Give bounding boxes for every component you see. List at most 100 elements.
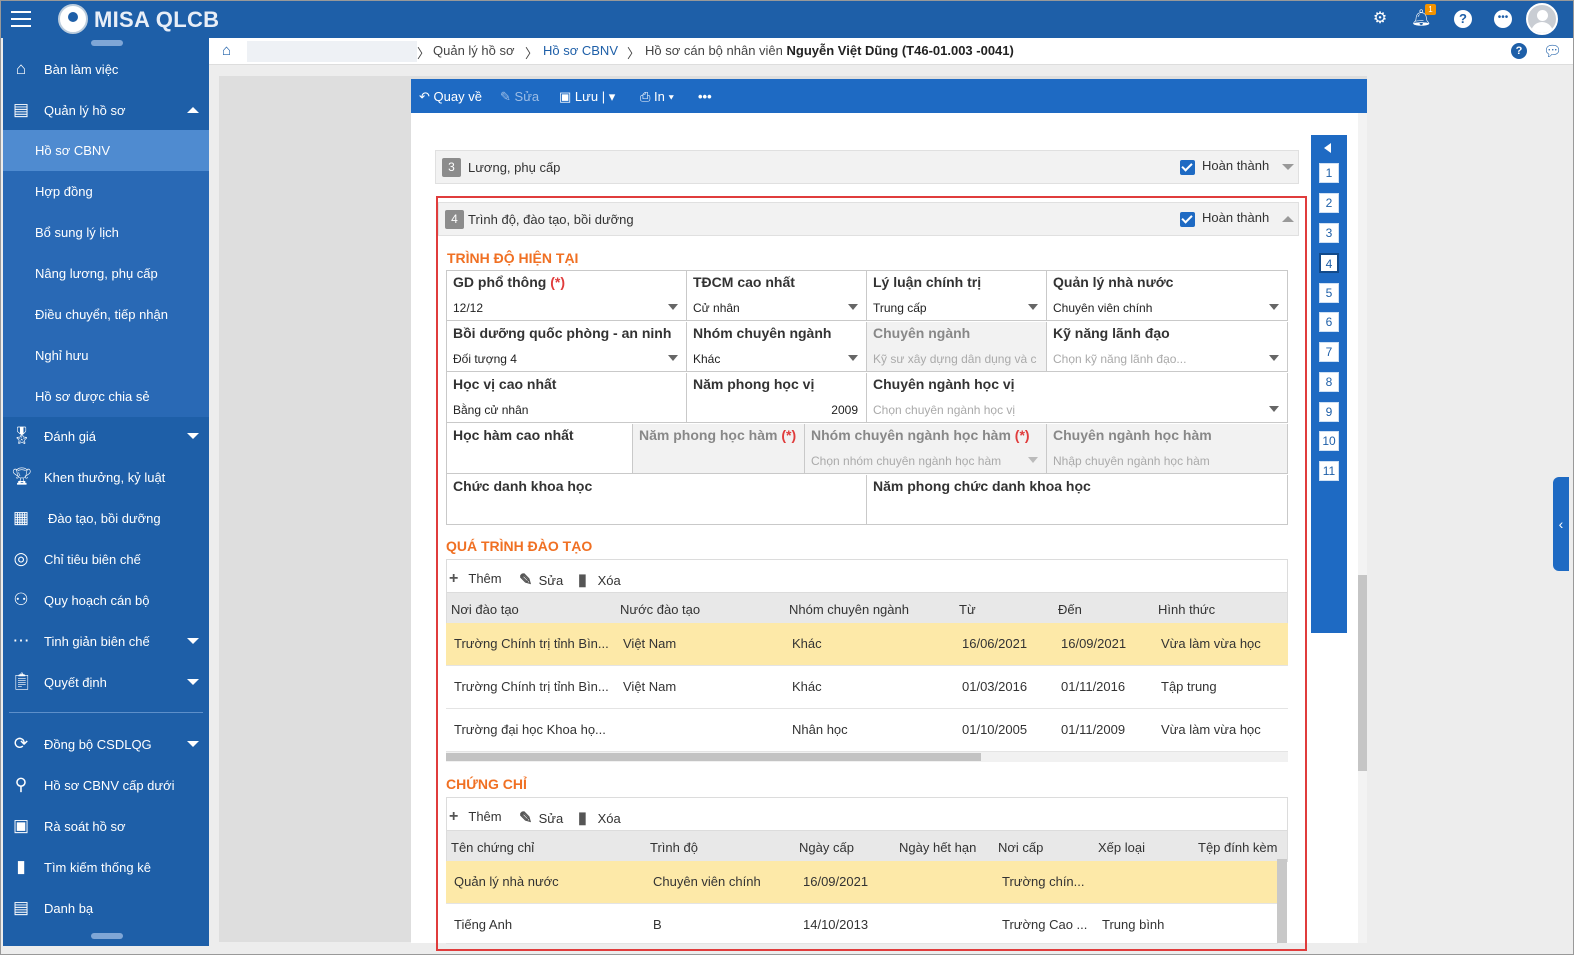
field-state-management[interactable]: Quản lý nhà nước Chuyên viên chính	[1047, 271, 1288, 321]
gear-icon[interactable]: ⚙	[1371, 10, 1389, 28]
sidebar-subitem-cbnv[interactable]: Hồ sơ CBNV	[3, 130, 209, 171]
field-leadership-skills[interactable]: Kỹ năng lãnh đạo Chọn kỹ năng lãnh đạo..…	[1047, 322, 1288, 372]
avatar[interactable]	[1526, 3, 1558, 35]
chevron-down-icon[interactable]	[1269, 304, 1279, 310]
column-header[interactable]: Từ	[959, 602, 976, 617]
chevron-up-icon[interactable]	[1282, 216, 1294, 222]
sidebar-item-decisions[interactable]: 📋︎ Quyết định	[3, 662, 209, 703]
side-panel-toggle[interactable]: ‹	[1553, 477, 1569, 571]
section-nav-item[interactable]: 9	[1319, 402, 1339, 422]
sidebar-item-evaluation[interactable]: 🎖︎ Đánh giá	[3, 416, 209, 457]
sidebar-subitem-shared[interactable]: Hồ sơ được chia sẻ	[3, 376, 209, 417]
field-general-education[interactable]: GD phổ thông (*) 12/12	[447, 271, 687, 321]
column-header[interactable]: Nhóm chuyên ngành	[789, 602, 909, 617]
help-icon[interactable]: ?	[1511, 43, 1527, 59]
section-nav-item[interactable]: 4	[1319, 253, 1339, 273]
chevron-down-icon[interactable]	[1282, 164, 1294, 170]
field-major-group[interactable]: Nhóm chuyên ngành Khác	[687, 322, 867, 372]
sidebar-scroll-up[interactable]	[91, 40, 123, 46]
sidebar-item-rewards[interactable]: 🏆︎ Khen thưởng, kỷ luật	[3, 457, 209, 498]
save-button[interactable]: ▣ Lưu | ▾	[559, 89, 615, 105]
certificates-edit-button[interactable]: ✎ Sửa	[519, 808, 563, 828]
chevron-down-icon[interactable]	[668, 355, 678, 361]
chevron-down-icon[interactable]	[1269, 355, 1279, 361]
sidebar-item-subordinate[interactable]: ⚲ Hồ sơ CBNV cấp dưới	[3, 765, 209, 806]
help-icon[interactable]: ?	[1454, 10, 1472, 28]
more-options-icon[interactable]: •••	[698, 89, 712, 104]
chevron-down-icon[interactable]	[848, 355, 858, 361]
section-nav-item[interactable]: 1	[1319, 163, 1339, 183]
table-row[interactable]: Trường đại học Khoa họ... Nhân học 01/10…	[446, 709, 1288, 752]
section-header-salary[interactable]: 3 Lương, phụ cấp Hoàn thành	[435, 150, 1299, 184]
back-button[interactable]: ↶ Quay về	[419, 89, 482, 105]
table-row[interactable]: Trường Chính trị tỉnh Bìn... Việt Nam Kh…	[446, 623, 1288, 666]
sidebar-subitem-resume[interactable]: Bổ sung lý lịch	[3, 212, 209, 253]
column-header[interactable]: Ngày cấp	[799, 840, 854, 855]
print-button[interactable]: ⎙ In ▾	[640, 89, 674, 105]
chevron-down-icon[interactable]	[1269, 406, 1279, 412]
field-highest-professional[interactable]: TĐCM cao nhất Cử nhân	[687, 271, 867, 321]
column-header[interactable]: Đến	[1058, 602, 1082, 617]
field-political-theory[interactable]: Lý luận chính trị Trung cấp	[867, 271, 1047, 321]
section-nav-item[interactable]: 5	[1319, 283, 1339, 303]
certificates-delete-button[interactable]: ▮ Xóa	[578, 808, 621, 828]
field-degree-year[interactable]: Năm phong học vị 2009	[687, 373, 867, 423]
sidebar-item-profiles[interactable]: ▤ Quản lý hồ sơ	[3, 90, 209, 131]
section-nav-item[interactable]: 11	[1319, 461, 1339, 481]
field-defense-training[interactable]: Bồi dưỡng quốc phòng - an ninh Đối tượng…	[447, 322, 687, 372]
table-row[interactable]: Quản lý nhà nước Chuyên viên chính 16/09…	[446, 861, 1278, 904]
field-scientific-title[interactable]: Chức danh khoa học	[447, 475, 867, 525]
certificates-scrollbar[interactable]	[1277, 859, 1287, 943]
chevron-down-icon[interactable]	[668, 304, 678, 310]
more-icon[interactable]: •••	[1494, 10, 1512, 28]
chevron-down-icon[interactable]	[848, 304, 858, 310]
menu-icon[interactable]	[11, 11, 31, 27]
training-delete-button[interactable]: ▮ Xóa	[578, 570, 621, 590]
edit-button[interactable]: ✎ Sửa	[500, 89, 539, 105]
section-nav-item[interactable]: 7	[1319, 342, 1339, 362]
column-header[interactable]: Ngày hết hạn	[899, 840, 976, 855]
sidebar-item-quota[interactable]: ◎ Chỉ tiêu biên chế	[3, 539, 209, 580]
sidebar-subitem-contracts[interactable]: Hợp đồng	[3, 171, 209, 212]
collapse-nav-icon[interactable]	[1324, 143, 1331, 153]
sidebar-subitem-transfer[interactable]: Điều chuyển, tiếp nhận	[3, 294, 209, 335]
column-header[interactable]: Hình thức	[1158, 602, 1215, 617]
panel-scrollbar[interactable]	[1358, 113, 1367, 943]
sidebar-item-training[interactable]: ▦ Đào tạo, bồi dưỡng	[3, 498, 209, 539]
sidebar-subitem-retire[interactable]: Nghỉ hưu	[3, 335, 209, 376]
sidebar-scroll-down[interactable]	[91, 933, 123, 939]
column-header[interactable]: Nước đào tạo	[620, 602, 700, 617]
section-nav-item[interactable]: 6	[1319, 312, 1339, 332]
sidebar-item-downsizing[interactable]: ⋯ Tinh giản biên chế	[3, 621, 209, 662]
section-nav-item[interactable]: 3	[1319, 223, 1339, 243]
training-edit-button[interactable]: ✎ Sửa	[519, 570, 563, 590]
sidebar-item-planning[interactable]: ⚇ Quy hoạch cán bộ	[3, 580, 209, 621]
sidebar-item-contacts[interactable]: ▤ Danh bạ	[3, 888, 209, 929]
sidebar-item-review[interactable]: ▣ Rà soát hồ sơ	[3, 806, 209, 847]
sidebar-item-stats[interactable]: ▮ Tìm kiếm thống kê	[3, 847, 209, 888]
complete-checkbox[interactable]	[1180, 212, 1195, 227]
section-nav-item[interactable]: 2	[1319, 193, 1339, 213]
breadcrumb-item-profiles[interactable]: Quản lý hồ sơ	[433, 43, 515, 58]
chevron-down-icon[interactable]	[1028, 304, 1038, 310]
certificates-add-button[interactable]: + Thêm	[449, 808, 502, 826]
sidebar-item-desk[interactable]: ⌂ Bàn làm việc	[3, 49, 209, 90]
sidebar-item-sync[interactable]: ⟳ Đồng bộ CSDLQG	[3, 724, 209, 765]
column-header[interactable]: Xếp loại	[1098, 840, 1145, 855]
section-nav-item[interactable]: 8	[1319, 372, 1339, 392]
field-scientific-title-year[interactable]: Năm phong chức danh khoa học	[867, 475, 1288, 525]
column-header[interactable]: Nơi cấp	[998, 840, 1043, 855]
table-row[interactable]: Trường Chính trị tỉnh Bìn... Việt Nam Kh…	[446, 666, 1288, 709]
section-header-education[interactable]: 4 Trình độ, đào tạo, bồi dưỡng Hoàn thàn…	[438, 202, 1299, 236]
complete-checkbox[interactable]	[1180, 160, 1195, 175]
column-header[interactable]: Nơi đào tạo	[451, 602, 519, 617]
training-hscrollbar-thumb[interactable]	[446, 753, 981, 761]
field-academic-title[interactable]: Học hàm cao nhất	[447, 424, 633, 474]
home-icon[interactable]: ⌂	[222, 42, 231, 59]
training-add-button[interactable]: + Thêm	[449, 570, 502, 588]
sidebar-subitem-salary[interactable]: Nâng lương, phụ cấp	[3, 253, 209, 294]
column-header[interactable]: Trình độ	[650, 840, 698, 855]
section-nav-item[interactable]: 10	[1319, 431, 1339, 451]
field-highest-degree[interactable]: Học vị cao nhất Bằng cử nhân	[447, 373, 687, 423]
chat-icon[interactable]: 💬︎	[1543, 42, 1562, 60]
